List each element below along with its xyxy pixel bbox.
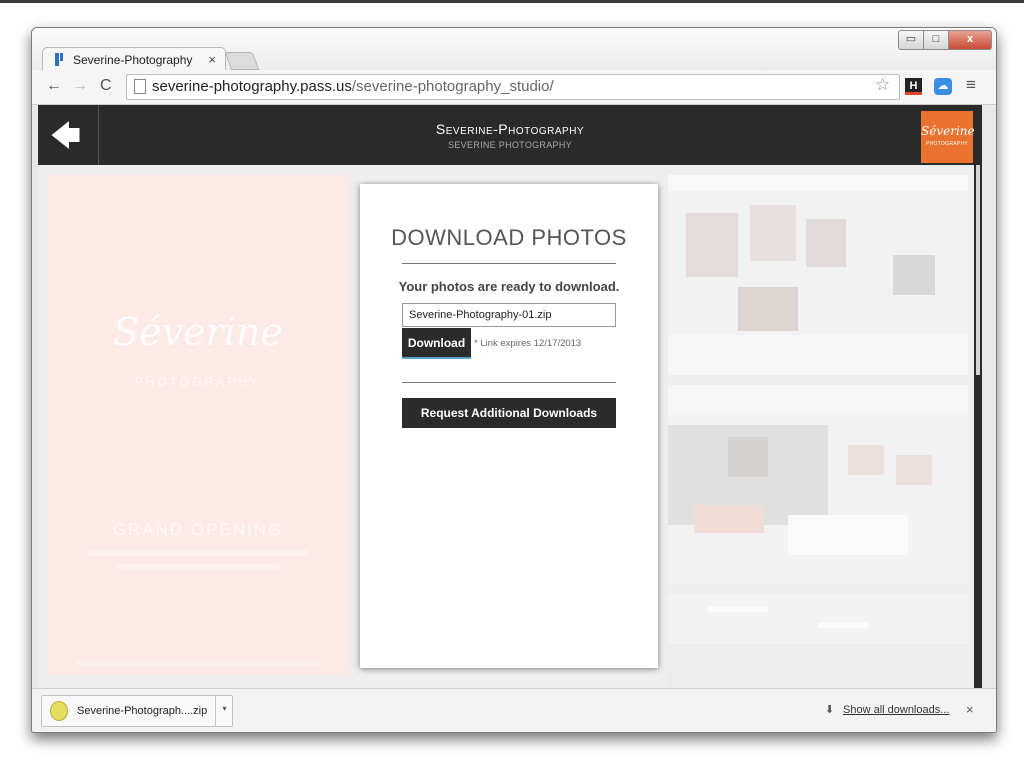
download-item[interactable]: Severine-Photograph....zip ▾	[41, 695, 233, 727]
studio-photo[interactable]	[668, 594, 968, 688]
site-favicon-icon	[55, 53, 63, 66]
zip-file-icon	[50, 701, 68, 721]
download-file-name: Severine-Photograph....zip	[77, 705, 208, 717]
download-title: DOWNLOAD PHOTOS	[391, 225, 627, 250]
studio-photo[interactable]	[668, 175, 968, 375]
ready-message: Your photos are ready to download.	[398, 279, 620, 294]
site-header: 🡄 Severine-Photography SEVERINE PHOTOGRA…	[38, 105, 982, 165]
close-download-shelf-icon[interactable]: ×	[966, 702, 974, 717]
promo-footer-line	[77, 661, 319, 666]
file-name-field[interactable]	[402, 303, 616, 327]
url-text: severine-photography.pass.us/severine-ph…	[152, 78, 554, 95]
download-card: DOWNLOAD PHOTOS Your photos are ready to…	[360, 184, 658, 668]
site-title: Severine-Photography	[435, 121, 585, 137]
page-icon	[134, 79, 146, 94]
logo-script-text: Séverine	[921, 124, 975, 138]
gallery-right-column	[668, 175, 968, 688]
address-bar[interactable]: severine-photography.pass.us/severine-ph…	[126, 74, 900, 100]
studio-photo[interactable]	[668, 385, 968, 584]
tab-title: Severine-Photography	[73, 53, 193, 67]
brand-logo[interactable]: Séverine PHOTOGRAPHY	[921, 111, 975, 163]
download-button[interactable]: Download	[402, 328, 471, 359]
back-arrow-icon[interactable]: ←	[46, 77, 62, 95]
promo-detail-line	[117, 564, 279, 570]
promo-script-text: Séverine	[113, 310, 283, 354]
promo-tagline: PHOTOGRAPHY	[134, 375, 262, 389]
close-window-button[interactable]: x	[948, 30, 992, 50]
tab-close-icon[interactable]: ×	[208, 52, 216, 67]
chevron-down-icon[interactable]: ▾	[215, 696, 233, 726]
url-path: /severine-photography_studio/	[351, 78, 554, 95]
extension-h-icon[interactable]: H	[905, 78, 922, 95]
show-all-downloads-link[interactable]: Show all downloads...	[843, 704, 949, 716]
download-arrow-icon: ⬇	[825, 704, 835, 716]
minimize-button[interactable]: ▭	[898, 30, 924, 50]
new-tab-button[interactable]	[224, 52, 260, 70]
browser-menu-icon[interactable]: ≡	[966, 75, 976, 95]
url-host: severine-photography.pass.us	[152, 78, 352, 95]
reload-icon[interactable]: C	[100, 77, 112, 95]
browser-tab[interactable]: Severine-Photography ×	[42, 47, 226, 72]
scrollbar-thumb[interactable]	[976, 165, 980, 375]
bookmark-star-icon[interactable]: ☆	[875, 75, 890, 95]
maximize-button[interactable]: □	[923, 30, 949, 50]
request-additional-downloads-button[interactable]: Request Additional Downloads	[402, 398, 616, 428]
divider	[402, 263, 616, 264]
promo-panel: Séverine PHOTOGRAPHY GRAND OPENING	[47, 175, 349, 675]
promo-event-text: GRAND OPENING	[112, 520, 284, 539]
divider	[402, 382, 616, 383]
cloud-extension-icon[interactable]: ☁	[934, 78, 952, 95]
logo-small-text: PHOTOGRAPHY	[925, 141, 969, 147]
forward-arrow-icon[interactable]: →	[72, 77, 88, 95]
download-shelf: Severine-Photograph....zip ▾ ⬇ Show all …	[32, 688, 996, 732]
browser-window: Severine-Photography × ▭ □ x ← → C sever…	[31, 27, 997, 733]
site-subtitle: SEVERINE PHOTOGRAPHY	[448, 140, 572, 150]
top-border	[0, 0, 1024, 3]
title-bar: Severine-Photography × ▭ □ x	[32, 28, 996, 72]
page-viewport: 🡄 Severine-Photography SEVERINE PHOTOGRA…	[38, 105, 982, 688]
promo-detail-line	[87, 550, 309, 556]
browser-toolbar: ← → C severine-photography.pass.us/sever…	[32, 70, 996, 105]
link-expiry-text: * Link expires 12/17/2013	[474, 338, 582, 349]
